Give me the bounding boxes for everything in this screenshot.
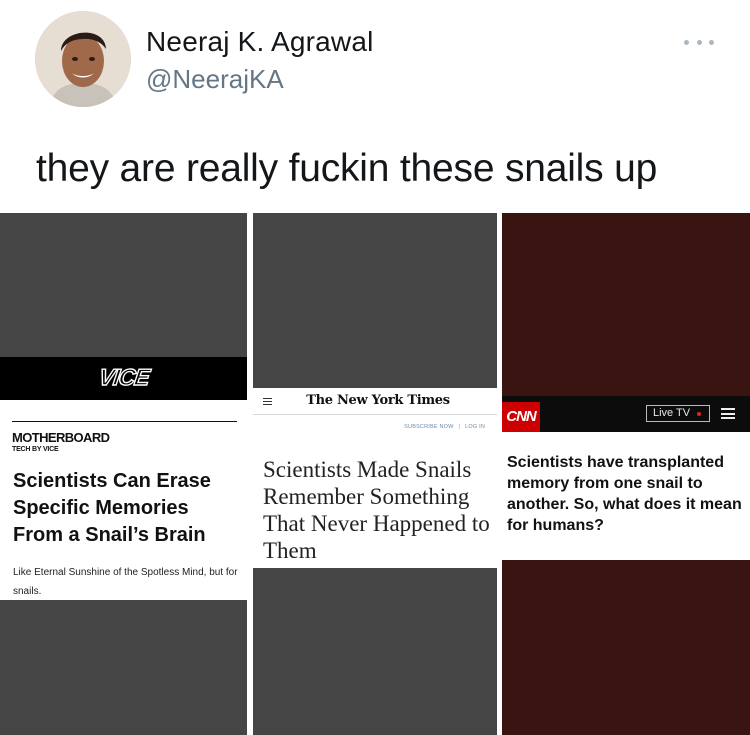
author-name[interactable]: Neeraj K. Agrawal [146,26,374,58]
vice-section-label: MOTHERBOARD [12,430,110,445]
author-handle[interactable]: @NeerajKA [146,64,284,95]
image-nyt-article[interactable]: The New York Times SUBSCRIBE NOW | LOG I… [253,213,497,735]
cnn-header-bar: CNN Live TV [502,396,750,432]
dot [684,39,689,45]
dot [709,39,714,45]
cnn-headline: Scientists have transplanted memory from… [507,454,742,534]
avatar-portrait [35,11,131,107]
divider [253,414,497,415]
vice-headline: Scientists Can Erase Specific Memories F… [13,470,211,546]
hamburger-icon[interactable] [263,398,272,405]
dot [696,39,702,45]
nyt-headline: Scientists Made Snails Remember Somethin… [263,457,490,563]
subscribe-link[interactable]: SUBSCRIBE NOW [404,424,453,430]
nyt-logo: The New York Times [306,393,450,408]
vice-logo: VICE [97,363,152,390]
cnn-article-card: Scientists have transplanted memory from… [502,432,750,560]
live-tv-button[interactable]: Live TV [646,405,710,422]
live-tv-label: Live TV [653,407,691,419]
hamburger-icon[interactable] [721,408,735,419]
separator: | [458,424,461,430]
divider [12,421,237,422]
image-cnn-article[interactable]: CNN Live TV Scientists have transplanted… [502,213,750,735]
login-link[interactable]: LOG IN [465,424,485,430]
vice-article-card: MOTHERBOARD TECH BY VICE Scientists Can … [0,400,247,600]
cnn-logo[interactable]: CNN [502,402,540,432]
nyt-article-card: The New York Times SUBSCRIBE NOW | LOG I… [253,388,497,568]
live-dot-icon [697,411,702,416]
tweet-text: they are really fuckin these snails up [36,147,658,190]
more-options-icon[interactable] [684,36,714,48]
nyt-account-links: SUBSCRIBE NOW | LOG IN [404,424,485,430]
vice-kicker: TECH BY VICE [12,446,59,453]
author-avatar[interactable] [35,11,131,107]
vice-dek: Like Eternal Sunshine of the Spotless Mi… [13,567,238,597]
image-vice-article[interactable]: VICE MOTHERBOARD TECH BY VICE Scientists… [0,213,247,735]
vice-header-bar: VICE [0,357,247,400]
